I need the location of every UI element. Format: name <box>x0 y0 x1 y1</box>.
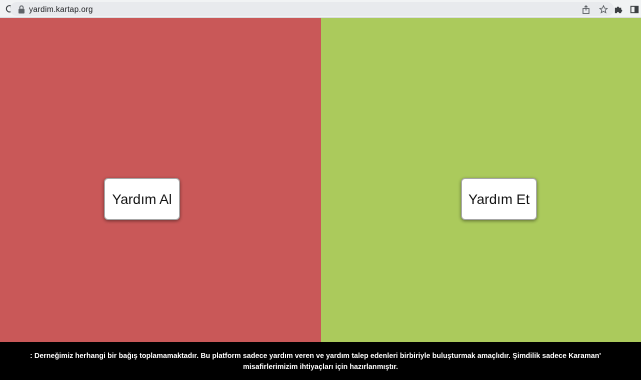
give-help-button[interactable]: Yardım Et <box>461 178 537 220</box>
disclaimer-line-2: misafirlerimizim ihtiyaçları için hazırl… <box>243 362 398 371</box>
disclaimer-banner: : Derneğimiz herhangi bir bağış toplamam… <box>0 342 641 380</box>
address-bar[interactable]: yardim.kartap.org <box>10 2 614 16</box>
share-icon[interactable] <box>581 2 591 16</box>
extensions-icon[interactable] <box>613 2 623 16</box>
get-help-panel: Yardım Al <box>0 18 321 342</box>
url-text[interactable]: yardim.kartap.org <box>29 5 93 14</box>
star-icon[interactable] <box>598 2 608 16</box>
sidepanel-icon[interactable] <box>629 2 639 16</box>
give-help-panel: Yardım Et <box>321 18 641 342</box>
get-help-button[interactable]: Yardım Al <box>104 178 180 220</box>
lock-icon[interactable] <box>17 4 25 14</box>
disclaimer-line-1: : Derneğimiz herhangi bir bağış toplamam… <box>30 351 601 360</box>
main-split: Yardım Al Yardım Et <box>0 18 641 342</box>
browser-toolbar: yardim.kartap.org <box>0 0 641 18</box>
